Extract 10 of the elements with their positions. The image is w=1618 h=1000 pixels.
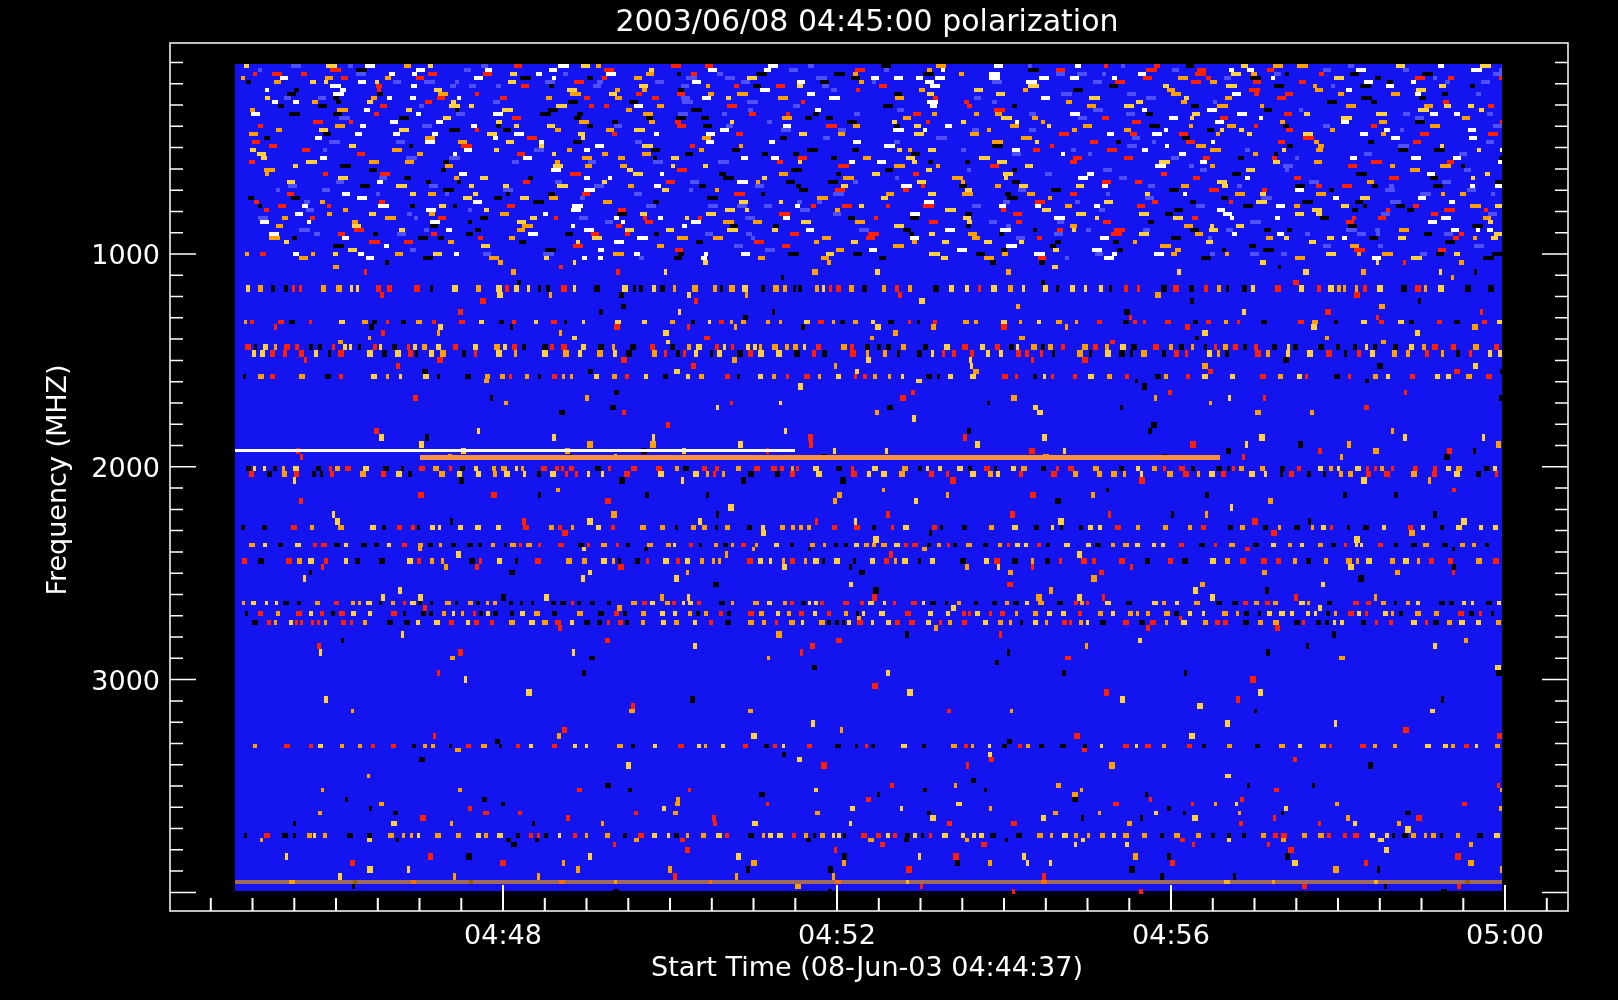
x-axis-label: Start Time (08-Jun-03 04:44:37): [651, 951, 1083, 982]
chart-title: 2003/06/08 04:45:00 polarization: [615, 3, 1119, 38]
x-tick-label: 04:52: [798, 919, 876, 950]
y-tick-label: 1000: [91, 239, 160, 270]
x-tick-label: 05:00: [1466, 919, 1544, 950]
y-tick-label: 2000: [91, 451, 160, 483]
x-tick-label: 04:56: [1132, 919, 1210, 950]
y-axis-label: Frequency (MHZ): [41, 364, 72, 596]
y-tick-label: 3000: [91, 664, 160, 696]
x-tick-label: 04:48: [464, 919, 542, 950]
